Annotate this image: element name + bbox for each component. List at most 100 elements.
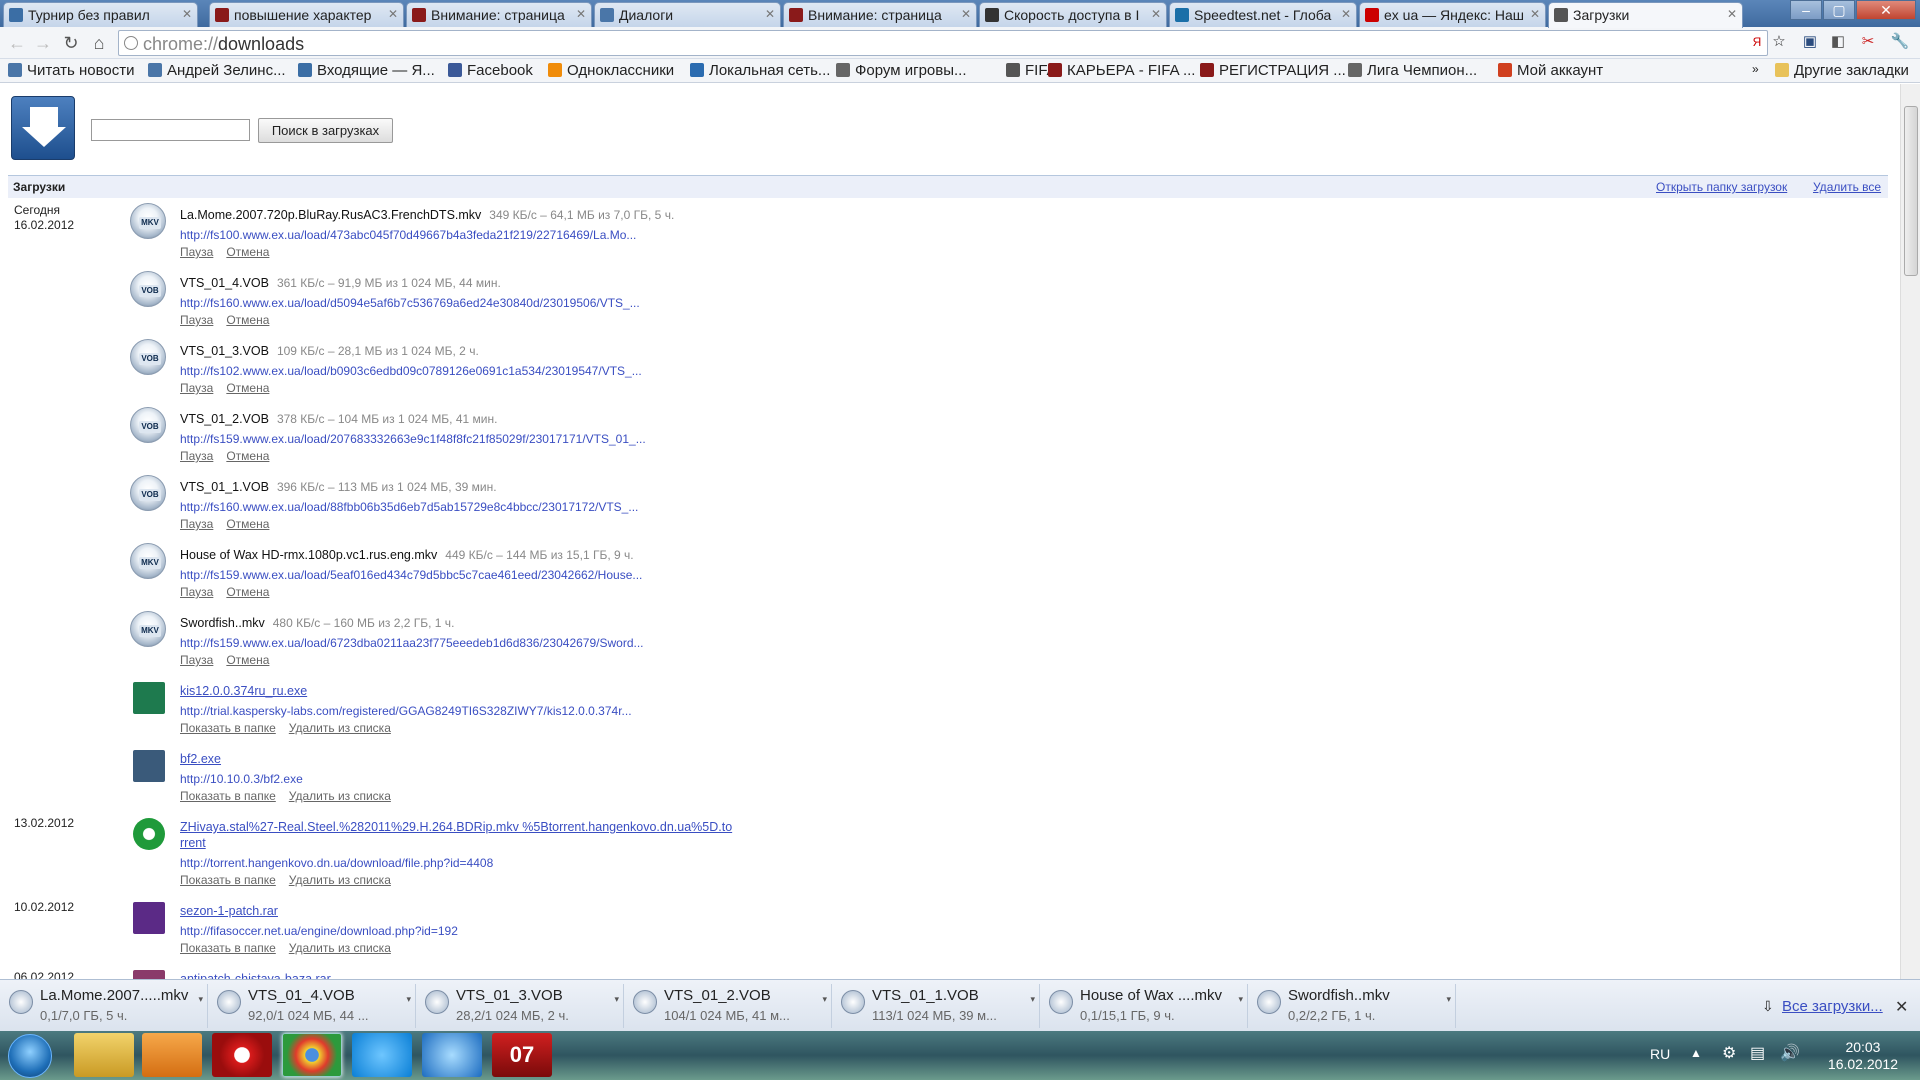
bookmark-item[interactable]: РЕГИСТРАЦИЯ ...	[1200, 62, 1346, 79]
cancel-link[interactable]: Отмена	[226, 517, 269, 531]
close-tab-icon[interactable]: ✕	[1727, 7, 1737, 21]
remove-from-list-link[interactable]: Удалить из списка	[289, 873, 391, 887]
download-filename[interactable]: sezon-1-patch.rar	[180, 904, 278, 918]
tab[interactable]: Турнир без правил ✕	[3, 2, 198, 27]
bookmark-item[interactable]: КАРЬЕРА - FIFA ...	[1048, 62, 1195, 79]
close-window-button[interactable]: ✕	[1856, 0, 1916, 20]
shelf-download-item[interactable]: VTS_01_1.VOB 113/1 024 МБ, 39 м... ▾	[836, 984, 1040, 1028]
download-url[interactable]: http://torrent.hangenkovo.dn.ua/download…	[180, 856, 493, 870]
media-player-icon[interactable]	[142, 1033, 202, 1077]
shelf-menu-dropdown-icon[interactable]: ▾	[406, 994, 411, 1005]
app-07-icon[interactable]: 07	[492, 1033, 552, 1077]
shelf-menu-dropdown-icon[interactable]: ▾	[614, 994, 619, 1005]
skype-icon[interactable]	[352, 1033, 412, 1077]
shelf-menu-dropdown-icon[interactable]: ▾	[1446, 994, 1451, 1005]
download-url[interactable]: http://fs100.www.ex.ua/load/473abc045f70…	[180, 228, 636, 242]
opera-icon[interactable]	[212, 1033, 272, 1077]
omnibox[interactable]: chrome://downloads	[118, 30, 1768, 56]
download-url[interactable]: http://fs159.www.ex.ua/load/207683332663…	[180, 432, 646, 446]
bookmark-item[interactable]: Андрей Зелинс...	[148, 62, 286, 79]
network-icon[interactable]: ▤	[1750, 1043, 1765, 1063]
shelf-download-item[interactable]: VTS_01_3.VOB 28,2/1 024 МБ, 2 ч. ▾	[420, 984, 624, 1028]
tray-expand-icon[interactable]: ▲	[1690, 1046, 1702, 1060]
home-button[interactable]: ⌂	[88, 32, 110, 54]
cancel-link[interactable]: Отмена	[226, 653, 269, 667]
volume-icon[interactable]: 🔊	[1780, 1043, 1800, 1063]
download-filename-wrap[interactable]: rrent	[180, 836, 206, 850]
pause-link[interactable]: Пауза	[180, 245, 213, 259]
pause-link[interactable]: Пауза	[180, 313, 213, 327]
bookmark-item[interactable]: Форум игровы...	[836, 62, 967, 79]
search-input[interactable]	[91, 119, 250, 141]
extension-icon-2[interactable]: ◧	[1828, 32, 1848, 52]
clock[interactable]: 20:03 16.02.2012	[1828, 1039, 1898, 1073]
tab[interactable]: Внимание: страница ✕	[406, 2, 592, 27]
tab[interactable]: Speedtest.net - Глоба ✕	[1169, 2, 1357, 27]
shelf-download-item[interactable]: VTS_01_4.VOB 92,0/1 024 МБ, 44 ... ▾	[212, 984, 416, 1028]
download-url[interactable]: http://fs160.www.ex.ua/load/88fbb06b35d6…	[180, 500, 638, 514]
shelf-download-item[interactable]: VTS_01_2.VOB 104/1 024 МБ, 41 м... ▾	[628, 984, 832, 1028]
pause-link[interactable]: Пауза	[180, 653, 213, 667]
shelf-menu-dropdown-icon[interactable]: ▾	[822, 994, 827, 1005]
download-url[interactable]: http://10.10.0.3/bf2.exe	[180, 772, 303, 786]
bookmark-item[interactable]: Читать новости	[8, 62, 134, 79]
pause-link[interactable]: Пауза	[180, 381, 213, 395]
bookmark-item[interactable]: Мой аккаунт	[1498, 62, 1603, 79]
star-icon[interactable]: ☆	[1769, 32, 1789, 52]
minimize-button[interactable]: –	[1790, 0, 1822, 20]
download-url[interactable]: http://trial.kaspersky-labs.com/register…	[180, 704, 632, 718]
cancel-link[interactable]: Отмена	[226, 313, 269, 327]
download-url[interactable]: http://fs102.www.ex.ua/load/b0903c6edbd0…	[180, 364, 642, 378]
reload-button[interactable]: ↻	[60, 32, 82, 54]
open-folder-link[interactable]: Открыть папку загрузок	[1656, 180, 1787, 194]
close-tab-icon[interactable]: ✕	[1341, 7, 1351, 21]
chrome-icon[interactable]	[282, 1033, 342, 1077]
yandex-icon[interactable]: Я	[1747, 32, 1767, 52]
extension-icon[interactable]: ▣	[1800, 32, 1820, 52]
close-tab-icon[interactable]: ✕	[388, 7, 398, 21]
bookmark-item[interactable]: Локальная сеть...	[690, 62, 830, 79]
download-filename[interactable]: antipatch-chistaya-baza.rar	[180, 972, 331, 979]
tab[interactable]: ex ua — Яндекс: Наш ✕	[1359, 2, 1546, 27]
bookmark-item[interactable]: Лига Чемпион...	[1348, 62, 1477, 79]
all-downloads-link[interactable]: Все загрузки...	[1782, 998, 1883, 1015]
cancel-link[interactable]: Отмена	[226, 381, 269, 395]
steam-icon[interactable]: ⚙	[1722, 1043, 1736, 1063]
download-url[interactable]: http://fifasoccer.net.ua/engine/download…	[180, 924, 458, 938]
pause-link[interactable]: Пауза	[180, 517, 213, 531]
internet-explorer-icon[interactable]	[422, 1033, 482, 1077]
close-tab-icon[interactable]: ✕	[765, 7, 775, 21]
back-button[interactable]: ←	[6, 32, 28, 54]
clear-all-link[interactable]: Удалить все	[1813, 180, 1881, 194]
cancel-link[interactable]: Отмена	[226, 585, 269, 599]
shelf-download-item[interactable]: La.Mome.2007.....mkv 0,1/7,0 ГБ, 5 ч. ▾	[4, 984, 208, 1028]
pause-link[interactable]: Пауза	[180, 449, 213, 463]
start-button[interactable]	[8, 1034, 52, 1078]
download-filename[interactable]: bf2.exe	[180, 752, 221, 766]
cancel-link[interactable]: Отмена	[226, 245, 269, 259]
download-url[interactable]: http://fs159.www.ex.ua/load/5eaf016ed434…	[180, 568, 642, 582]
bookmark-item[interactable]: Входящие — Я...	[298, 62, 435, 79]
pause-link[interactable]: Пауза	[180, 585, 213, 599]
remove-from-list-link[interactable]: Удалить из списка	[289, 721, 391, 735]
language-indicator[interactable]: RU	[1650, 1046, 1670, 1062]
close-tab-icon[interactable]: ✕	[576, 7, 586, 21]
extension-icon-3[interactable]: ✂	[1858, 32, 1878, 52]
remove-from-list-link[interactable]: Удалить из списка	[289, 941, 391, 955]
wrench-icon[interactable]: 🔧	[1890, 32, 1910, 52]
close-tab-icon[interactable]: ✕	[1151, 7, 1161, 21]
tab[interactable]: Загрузки ✕	[1548, 2, 1743, 28]
bookmark-item[interactable]: Facebook	[448, 62, 533, 79]
tab[interactable]: Скорость доступа в I ✕	[979, 2, 1167, 27]
bookmarks-overflow-icon[interactable]: »	[1752, 62, 1759, 76]
other-bookmarks[interactable]: Другие закладки	[1775, 62, 1909, 79]
shelf-download-item[interactable]: House of Wax ....mkv 0,1/15,1 ГБ, 9 ч. ▾	[1044, 984, 1248, 1028]
scrollbar[interactable]	[1900, 84, 1920, 979]
search-downloads-button[interactable]: Поиск в загрузках	[258, 118, 393, 143]
shelf-menu-dropdown-icon[interactable]: ▾	[1030, 994, 1035, 1005]
close-tab-icon[interactable]: ✕	[182, 7, 192, 21]
download-url[interactable]: http://fs160.www.ex.ua/load/d5094e5af6b7…	[180, 296, 640, 310]
cancel-link[interactable]: Отмена	[226, 449, 269, 463]
maximize-button[interactable]: ▢	[1823, 0, 1855, 20]
shelf-download-item[interactable]: Swordfish..mkv 0,2/2,2 ГБ, 1 ч. ▾	[1252, 984, 1456, 1028]
